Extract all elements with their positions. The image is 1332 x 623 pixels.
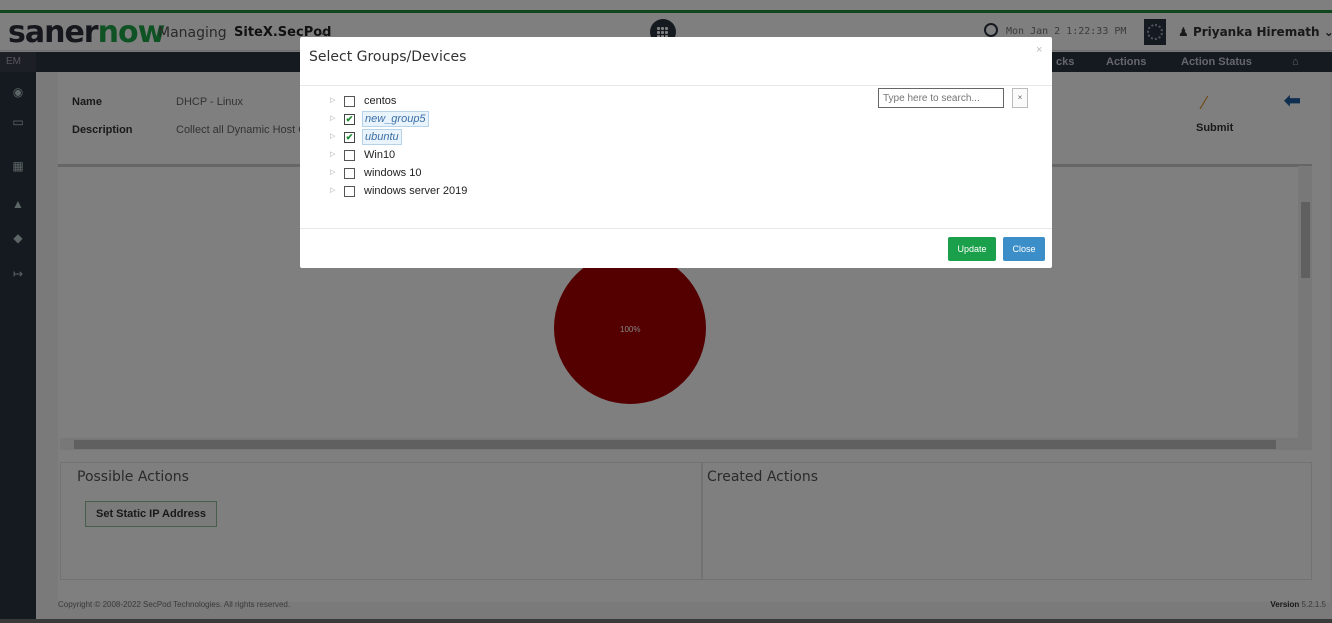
bottom-edge [0,619,1332,623]
close-button[interactable]: Close [1003,237,1045,261]
search-input[interactable] [878,88,1004,108]
group-checkbox[interactable] [344,168,355,179]
group-checkbox[interactable] [344,150,355,161]
group-checkbox[interactable] [344,96,355,107]
group-name[interactable]: windows server 2019 [362,182,469,200]
group-checkbox[interactable]: ✔ [344,114,355,125]
divider [300,85,1052,86]
select-groups-modal: Select Groups/Devices × ▷ centos ▷ ✔ new_gro… [300,37,1052,268]
group-name[interactable]: centos [362,92,398,110]
expand-arrow-icon[interactable]: ▷ [330,128,338,146]
expand-arrow-icon[interactable]: ▷ [330,92,338,110]
divider [300,228,1052,229]
expand-arrow-icon[interactable]: ▷ [330,164,338,182]
group-name[interactable]: windows 10 [362,164,423,182]
group-name[interactable]: new_group5 [362,111,429,127]
group-name[interactable]: Win10 [362,146,397,164]
group-name[interactable]: ubuntu [362,129,402,145]
update-button[interactable]: Update [948,237,996,261]
group-checkbox[interactable] [344,186,355,197]
search-clear-button[interactable]: × [1012,88,1028,108]
modal-title: Select Groups/Devices [309,49,467,65]
group-checkbox[interactable]: ✔ [344,132,355,143]
expand-arrow-icon[interactable]: ▷ [330,110,338,128]
expand-arrow-icon[interactable]: ▷ [330,182,338,200]
close-icon[interactable]: × [1036,44,1042,56]
expand-arrow-icon[interactable]: ▷ [330,146,338,164]
